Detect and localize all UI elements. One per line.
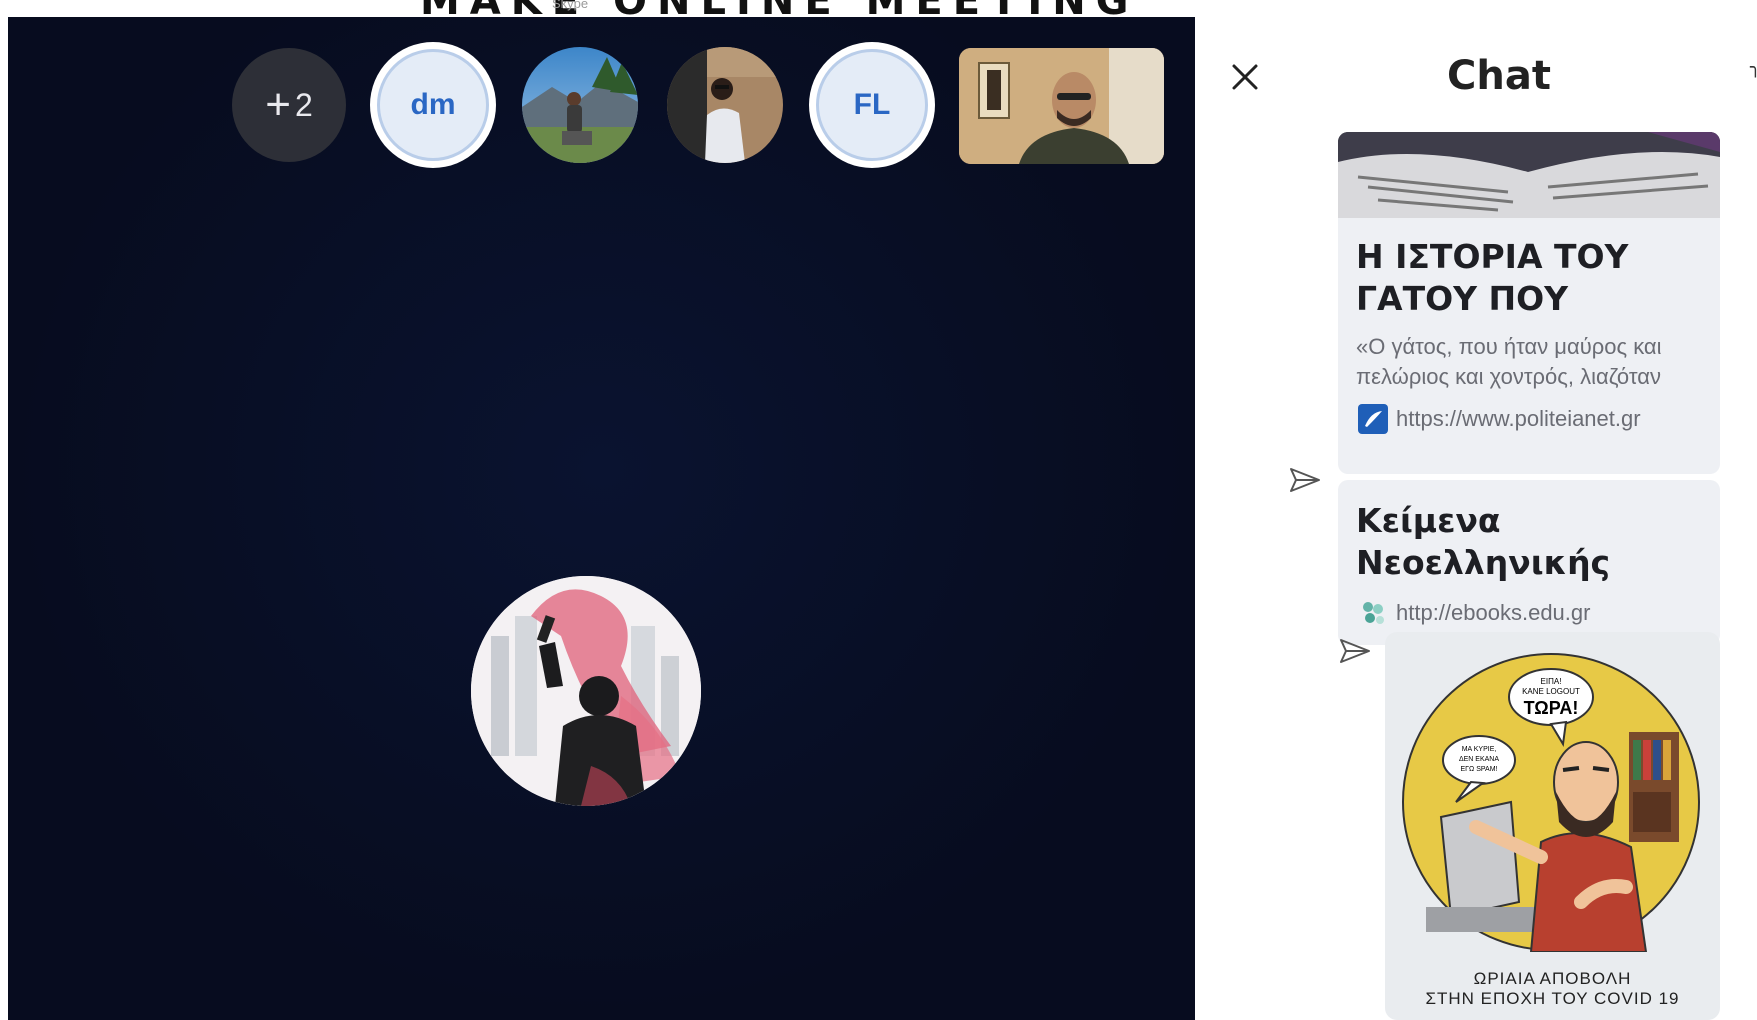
link-preview-title: Κείμενα bbox=[1356, 501, 1501, 540]
comic-text: ΚΑΝΕ LOGOUT bbox=[1522, 687, 1580, 696]
link-preview-image bbox=[1338, 132, 1720, 218]
participant-avatar-photo[interactable] bbox=[522, 47, 638, 163]
sent-icon bbox=[1338, 636, 1372, 666]
more-participants-button[interactable]: + 2 bbox=[232, 48, 346, 162]
link-preview-url-row[interactable]: https://www.politeianet.gr bbox=[1338, 404, 1720, 434]
cursor-icon: ╮ bbox=[1750, 57, 1757, 77]
link-preview-url: http://ebooks.edu.gr bbox=[1396, 600, 1591, 625]
window-title: MAKE ONLINE MEETING bbox=[420, 0, 1139, 17]
image-message[interactable]: ΕΙΠΑ! ΚΑΝΕ LOGOUT ΤΩΡΑ! ΜΑ ΚΥΡΙΕ, ΔΕΝ ΕΚ… bbox=[1385, 632, 1720, 1020]
comic-text: ΤΩΡΑ! bbox=[1524, 698, 1579, 718]
chat-title: Chat bbox=[1447, 53, 1551, 99]
window-title-strip: MAKE ONLINE MEETING Skype bbox=[0, 0, 1757, 17]
ebooks-favicon-icon bbox=[1358, 598, 1388, 628]
participant-avatar-photo[interactable] bbox=[667, 47, 783, 163]
chat-panel: Chat ╮ Η ΙΣΤΟΡΙΑ ΤΟΥ ΓΑΤΟΥ ΠΟΥ «Ο γάτος,… bbox=[1195, 17, 1757, 1020]
link-preview-card[interactable]: Κείμενα Νεοελληνικής http://ebooks.edu.g… bbox=[1338, 480, 1720, 645]
comic-caption: ΣΤΗΝ ΕΠΟΧΗ ΤΟΥ COVID 19 bbox=[1425, 989, 1680, 1008]
close-icon[interactable] bbox=[1225, 57, 1265, 97]
participant-initials: FL bbox=[853, 88, 891, 121]
sent-icon bbox=[1288, 465, 1322, 495]
politeianet-favicon-icon bbox=[1358, 404, 1388, 434]
participant-avatar-dm[interactable]: dm bbox=[370, 42, 496, 168]
link-preview-description: πελώριος και χοντρός, λιαζόταν bbox=[1356, 364, 1661, 389]
more-participants-count: 2 bbox=[294, 86, 313, 123]
link-preview-title: Νεοελληνικής bbox=[1356, 543, 1611, 582]
participant-initials: dm bbox=[410, 88, 456, 121]
link-preview-card[interactable]: Η ΙΣΤΟΡΙΑ ΤΟΥ ΓΑΤΟΥ ΠΟΥ «Ο γάτος, που ήτ… bbox=[1338, 132, 1720, 474]
comic-text: ΔΕΝ ΕΚΑΝΑ bbox=[1459, 756, 1499, 763]
comic-text: ΕΓΩ SPAM! bbox=[1461, 766, 1498, 773]
comic-image: ΕΙΠΑ! ΚΑΝΕ LOGOUT ΤΩΡΑ! ΜΑ ΚΥΡΙΕ, ΔΕΝ ΕΚ… bbox=[1402, 653, 1700, 952]
comic-caption: ΩΡΙΑΙΑ ΑΠΟΒΟΛΗ bbox=[1473, 969, 1632, 988]
link-preview-url-row[interactable]: http://ebooks.edu.gr bbox=[1338, 598, 1720, 628]
link-preview-url: https://www.politeianet.gr bbox=[1396, 406, 1641, 431]
comic-text: ΕΙΠΑ! bbox=[1541, 677, 1562, 686]
comic-text: ΜΑ ΚΥΡΙΕ, bbox=[1462, 746, 1497, 753]
window-subtitle: Skype bbox=[552, 0, 589, 11]
link-preview-description: «Ο γάτος, που ήταν μαύρος και bbox=[1356, 334, 1662, 359]
plus-icon: + bbox=[265, 80, 291, 129]
self-video-tile[interactable] bbox=[959, 48, 1164, 164]
participant-avatar-fl[interactable]: FL bbox=[809, 42, 935, 168]
call-stage: + 2 dm FL bbox=[8, 17, 1195, 1020]
link-preview-title: Η ΙΣΤΟΡΙΑ ΤΟΥ ΓΑΤΟΥ ΠΟΥ bbox=[1356, 237, 1629, 318]
active-speaker-avatar bbox=[471, 576, 701, 806]
